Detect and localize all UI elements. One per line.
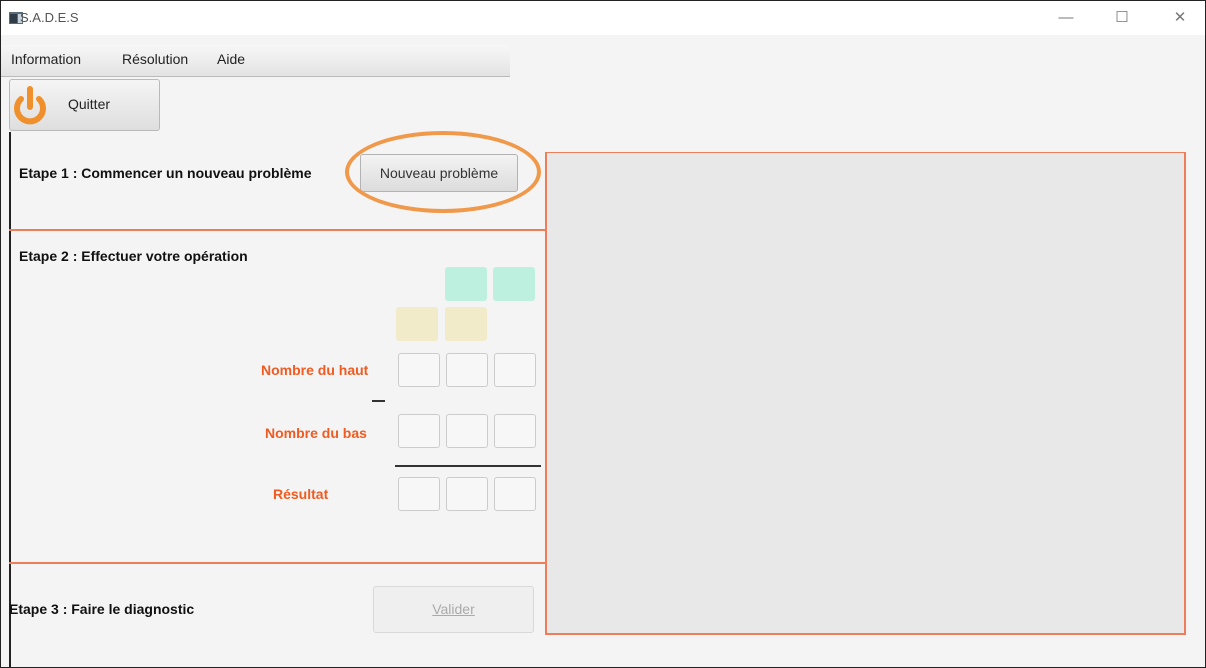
result-digit[interactable] [446,477,488,511]
bottom-number-label: Nombre du bas [265,425,367,441]
close-button[interactable]: ✕ [1169,7,1191,29]
window-title: S.A.D.E.S [20,10,79,25]
diagnostic-panel [545,152,1186,635]
top-number-digit[interactable] [446,353,488,387]
sum-line [395,465,541,467]
carry-cell[interactable] [493,267,535,301]
highlight-annotation [345,131,541,213]
step-divider [9,562,546,564]
maximize-button[interactable]: ☐ [1111,7,1133,29]
step2-label: Etape 2 : Effectuer votre opération [19,248,248,264]
left-edge-border [9,132,11,668]
result-digit[interactable] [398,477,440,511]
menu-information[interactable]: Information [11,51,81,67]
result-label: Résultat [273,486,329,502]
menu-aide[interactable]: Aide [217,51,245,67]
borrow-cell[interactable] [445,307,487,341]
menu-resolution[interactable]: Résolution [122,51,188,67]
step-divider [9,229,546,231]
menu-bar: Information Résolution Aide [1,45,510,77]
title-bar: S.A.D.E.S — ☐ ✕ [1,1,1205,35]
top-number-digit[interactable] [398,353,440,387]
step3-label: Etape 3 : Faire le diagnostic [9,601,195,617]
carry-cell[interactable] [445,267,487,301]
bottom-number-digit[interactable] [446,414,488,448]
app-window: S.A.D.E.S — ☐ ✕ Information Résolution A… [0,0,1206,668]
minus-operator [372,400,385,402]
power-icon [14,86,46,125]
top-number-digit[interactable] [494,353,536,387]
top-number-label: Nombre du haut [261,362,369,378]
minimize-button[interactable]: — [1055,7,1077,29]
borrow-cell[interactable] [396,307,438,341]
quit-button[interactable]: Quitter [9,79,160,131]
step1-label: Etape 1 : Commencer un nouveau problème [19,165,312,181]
validate-button[interactable]: Valider [373,586,534,633]
bottom-number-digit[interactable] [494,414,536,448]
quit-label: Quitter [68,96,111,112]
bottom-number-digit[interactable] [398,414,440,448]
result-digit[interactable] [494,477,536,511]
